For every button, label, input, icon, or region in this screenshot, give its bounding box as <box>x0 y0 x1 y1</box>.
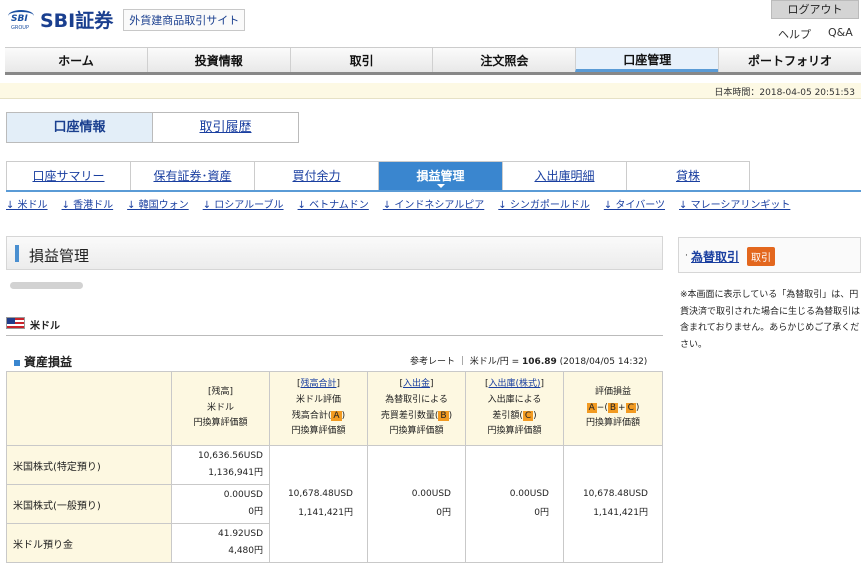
global-nav: ホーム 投資情報 取引 注文照会 口座管理 ポートフォリオ <box>5 47 861 75</box>
fx-trade-link[interactable]: 為替取引 <box>691 248 739 265</box>
nav-trade[interactable]: 取引 <box>289 48 433 72</box>
brand-name: SBI証券 <box>40 10 114 32</box>
square-bullet-icon <box>14 359 20 366</box>
link-rub[interactable]: ↓ ロシアルーブル <box>203 196 284 211</box>
fx-trade-cell: 0.00USD 0円 <box>367 445 466 563</box>
sbi-logo: SBI GROUP SBI証券 外貨建商品取引サイト <box>8 6 246 33</box>
link-myr[interactable]: ↓ マレーシアリンギット <box>679 196 790 211</box>
tab-holdings[interactable]: 保有証券･資産 <box>130 161 254 190</box>
currency-label: 米ドル <box>30 321 60 332</box>
site-subtitle: 外貨建商品取引サイト <box>123 8 246 31</box>
stock-transfer-link[interactable]: 入出庫(株式) <box>488 379 540 389</box>
account-subtabs: 口座情報 取引履歴 <box>6 112 299 143</box>
header-unrealized-pl: 評価損益 A −(B + C) 円換算評価額 <box>563 371 663 446</box>
balance-cell: 0.00USD 0円 <box>171 484 270 524</box>
nav-order-inquiry[interactable]: 注文照会 <box>432 48 575 72</box>
header-deposit: [入出金] 為替取引による 売買差引数量(B) 円換算評価額 <box>367 371 466 446</box>
sbi-logo-icon: SBI GROUP <box>8 9 34 31</box>
link-sgd[interactable]: ↓ シンガポールドル <box>498 196 590 211</box>
reference-rate: 参考レート ｜ 米ドル/円 = 106.89 (2018/04/05 14:32… <box>410 357 648 367</box>
row-label: 米国株式(特定預り) <box>6 445 172 485</box>
time-bar: 日本時間：2018-04-05 20:51:53 <box>0 83 861 99</box>
tab-account-info[interactable]: 口座情報 <box>7 113 152 142</box>
table-row: 米国株式(特定預り) 10,636.56USD 1,136,941円 10,678… <box>6 445 663 563</box>
link-idr[interactable]: ↓ インドネシアルピア <box>383 196 484 211</box>
header-stock-transfer: [入出庫(株式)] 入出庫による 差引額(C) 円換算評価額 <box>465 371 564 446</box>
nav-portfolio[interactable]: ポートフォリオ <box>718 48 861 72</box>
balance-total-link[interactable]: 残高合計 <box>300 379 336 389</box>
header-blank <box>6 371 172 446</box>
section-header: 損益管理 <box>6 236 663 270</box>
balance-cell: 41.92USD 4,480円 <box>171 523 270 563</box>
tab-trade-history[interactable]: 取引履歴 <box>152 113 298 142</box>
pl-table: [残高] 米ドル 円換算評価額 [残高合計] 米ドル評価 残高合計(A) 円換算評価… <box>6 371 663 563</box>
tab-deposit-withdrawal[interactable]: 入出庫明細 <box>502 161 626 190</box>
balance-cell: 10,636.56USD 1,136,941円 <box>171 445 270 485</box>
currency-header: 米ドル <box>6 314 663 336</box>
fx-note: ※本画面に表示している「為替取引」は、円貨決済で取引された場合に生じる為替取引は… <box>680 290 861 350</box>
deposit-link[interactable]: 入出金 <box>403 379 430 389</box>
fx-trade-button[interactable]: 取引 <box>747 247 775 266</box>
tab-pl-management[interactable]: 損益管理 <box>378 161 502 190</box>
qa-link[interactable]: Q&A <box>828 26 853 39</box>
link-krw[interactable]: ↓ 韓国ウォン <box>127 196 189 211</box>
scroll-placeholder-bar <box>10 282 83 289</box>
account-nav: 口座サマリー 保有証券･資産 買付余力 損益管理 入出庫明細 貸株 <box>6 161 861 192</box>
section-accent-bar <box>15 245 19 262</box>
nav-account-management[interactable]: 口座管理 <box>575 48 719 72</box>
japan-time: 日本時間：2018-04-05 20:51:53 <box>714 88 855 98</box>
currency-anchor-links: ↓ 米ドル ↓ 香港ドル ↓ 韓国ウォン ↓ ロシアルーブル ↓ ベトナムドン … <box>6 196 790 211</box>
header-balance: [残高] 米ドル 円換算評価額 <box>171 371 270 446</box>
fx-trade-panel: · 為替取引 取引 <box>678 237 861 273</box>
logout-button[interactable]: ログアウト <box>771 0 859 19</box>
bullet-icon: · <box>685 251 688 261</box>
header-balance-total: [残高合計] 米ドル評価 残高合計(A) 円換算評価額 <box>269 371 368 446</box>
tab-stock-lending[interactable]: 貸株 <box>626 161 750 190</box>
asset-pl-title: 資産損益 <box>14 353 72 370</box>
help-link[interactable]: ヘルプ <box>778 26 811 42</box>
unrealized-pl-cell: 10,678.48USD 1,141,421円 <box>563 445 663 563</box>
link-vnd[interactable]: ↓ ベトナムドン <box>298 196 369 211</box>
link-thb[interactable]: ↓ タイバーツ <box>604 196 665 211</box>
link-usd[interactable]: ↓ 米ドル <box>6 196 48 211</box>
balance-total-cell: 10,678.48USD 1,141,421円 <box>269 445 368 563</box>
nav-home[interactable]: ホーム <box>5 48 147 72</box>
table-header-row: [残高] 米ドル 円換算評価額 [残高合計] 米ドル評価 残高合計(A) 円換算評価… <box>6 371 663 446</box>
nav-investment-info[interactable]: 投資情報 <box>146 48 290 72</box>
row-label: 米ドル預り金 <box>6 523 172 563</box>
section-title: 損益管理 <box>29 247 90 265</box>
row-label: 米国株式(一般預り) <box>6 484 172 524</box>
tab-account-summary[interactable]: 口座サマリー <box>6 161 130 190</box>
us-flag-icon <box>6 317 25 329</box>
stock-transfer-cell: 0.00USD 0円 <box>465 445 564 563</box>
tab-buying-power[interactable]: 買付余力 <box>254 161 378 190</box>
link-hkd[interactable]: ↓ 香港ドル <box>62 196 114 211</box>
